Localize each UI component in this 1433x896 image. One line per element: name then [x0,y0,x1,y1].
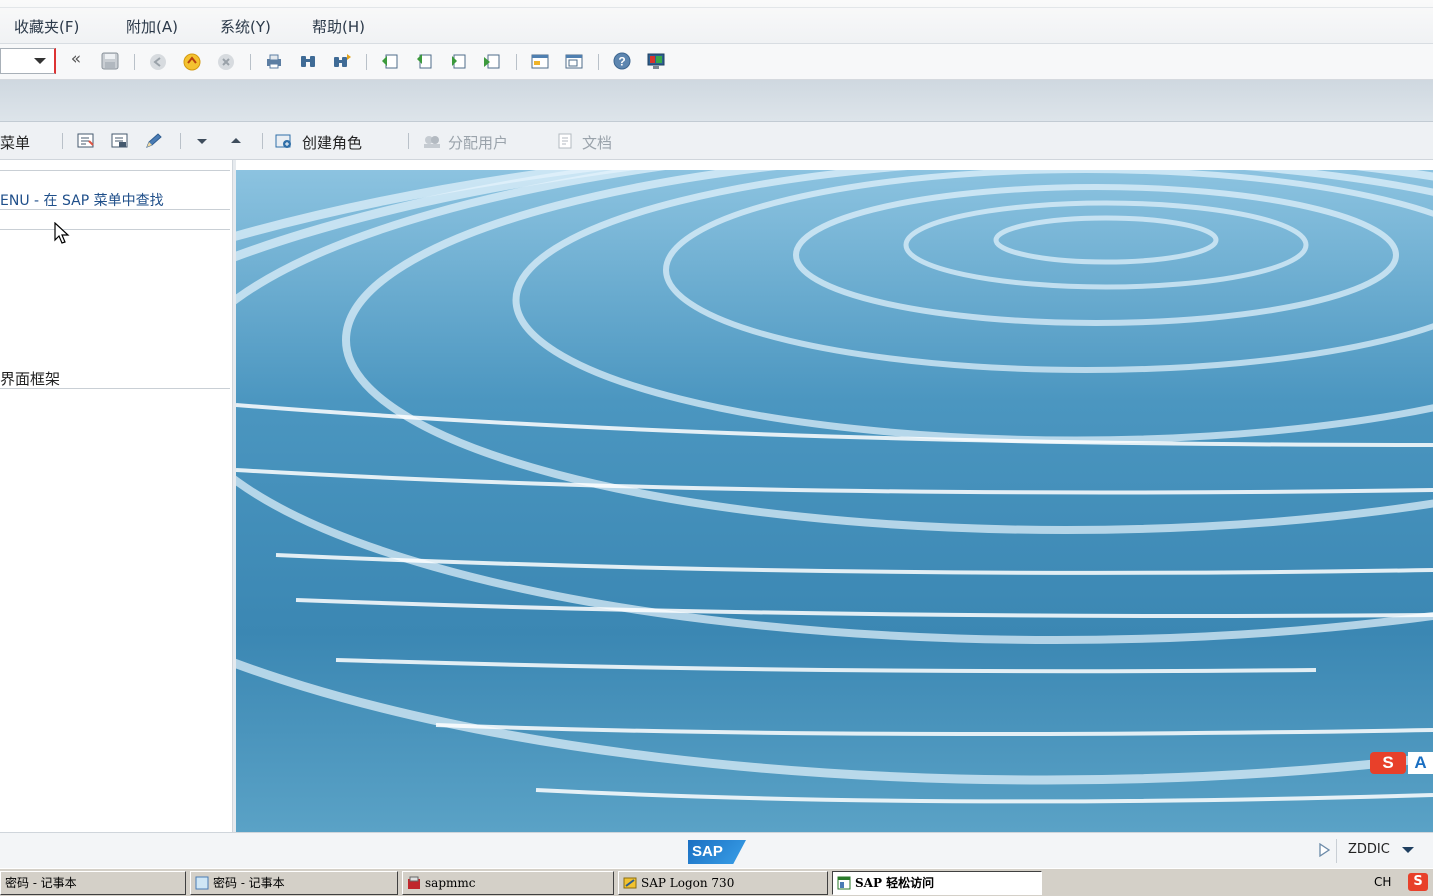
sap-logo: SAP [688,840,746,864]
next-page-icon[interactable] [448,51,468,71]
menu-system[interactable]: 系统(Y) [220,16,271,37]
panel-divider [0,210,230,230]
create-role-button[interactable]: 创建角色 [302,132,362,153]
window-top-edge [0,0,1433,8]
move-up-icon[interactable] [226,132,246,150]
standard-toolbar: « ? [0,44,1433,80]
shortcut-icon[interactable] [564,51,584,71]
sogou-ime-logo-icon: S [1370,752,1406,774]
menu-help[interactable]: 帮助(H) [312,16,365,37]
toolbar-separator [408,133,409,149]
favorites-add-icon[interactable] [76,132,96,150]
taskbar-notepad-2[interactable]: 密码 - 记事本 [190,871,398,895]
tree-search-row[interactable]: ENU - 在 SAP 菜单中查找 [0,190,230,210]
taskbar-notepad-1[interactable]: 密码 - 记事本 [0,871,186,895]
toolbar-separator [180,133,181,149]
sapmmc-icon [408,876,420,889]
status-separator [1336,839,1337,863]
application-toolbar: 菜单 创建角色 分配用户 文档 [0,122,1433,160]
last-page-icon[interactable] [482,51,502,71]
taskbar-item-label: 密码 - 记事本 [5,876,77,890]
taskbar-sap-easy-access[interactable]: SAP 轻松访问 [832,871,1042,895]
toolbar-separator [250,54,251,70]
tree-node-frame[interactable]: 界面框架 [0,368,230,389]
collapse-command-icon[interactable]: « [66,49,86,69]
menu-bar: 收藏夹(F) 附加(A) 系统(Y) 帮助(H) [0,0,1433,44]
ime-tray-icon[interactable]: S [1408,873,1428,891]
assign-users-button: 分配用户 [448,134,509,152]
mouse-cursor-icon [54,222,70,244]
back-icon[interactable] [148,51,168,71]
documentation-icon [558,133,572,149]
system-user-indicator[interactable]: ZDDIC [1348,842,1390,857]
find-next-icon[interactable] [332,51,352,71]
status-expand-icon[interactable] [1318,843,1330,857]
ime-mode-indicator-icon: A [1408,752,1433,774]
toolbar-separator [62,133,63,149]
print-icon[interactable] [264,51,284,71]
assign-users-icon [424,136,440,148]
taskbar-item-label: SAP 轻松访问 [855,876,935,890]
find-icon[interactable] [298,51,318,71]
taskbar-item-label: 密码 - 记事本 [213,876,285,890]
help-icon[interactable]: ? [612,51,632,71]
layout-icon[interactable] [646,51,666,71]
command-field[interactable] [0,48,56,74]
sap-logon-icon [623,877,637,889]
sap-gui-window-icon [837,876,851,890]
documentation-button: 文档 [582,134,613,152]
previous-page-icon[interactable] [414,51,434,71]
taskbar-item-label: sapmmc [425,876,476,890]
toolbar-separator [134,54,135,70]
notepad-icon [195,876,209,890]
save-icon[interactable] [100,51,120,71]
edit-pencil-icon[interactable] [144,132,164,150]
move-down-icon[interactable] [192,132,212,150]
svg-text:?: ? [618,55,625,69]
toolbar-separator [516,54,517,70]
toolbar-separator [366,54,367,70]
water-ripple-image [236,170,1433,832]
menu-tree-panel: ENU - 在 SAP 菜单中查找 界面框架 [0,160,232,832]
new-session-icon[interactable] [530,51,550,71]
tree-node-label[interactable]: 界面框架 [0,370,60,388]
easy-access-background-image: S A [236,170,1433,832]
cancel-icon[interactable] [216,51,236,71]
panel-divider [0,170,230,171]
menu-extras[interactable]: 附加(A) [126,16,178,37]
taskbar-item-label: SAP Logon 730 [641,876,735,890]
favorites-remove-icon[interactable] [110,132,130,150]
chevron-down-icon[interactable] [34,58,46,64]
input-language-indicator[interactable]: CH [1374,875,1391,889]
status-bar: SAP ZDDIC [0,832,1433,868]
windows-taskbar: 密码 - 记事本 密码 - 记事本 sapmmc SAP Logon 730 S… [0,868,1433,896]
toolbar-separator [598,54,599,70]
create-role-icon[interactable] [274,132,294,150]
taskbar-sap-logon[interactable]: SAP Logon 730 [618,871,828,895]
menu-favorites[interactable]: 收藏夹(F) [14,16,79,37]
first-page-icon[interactable] [380,51,400,71]
taskbar-sapmmc[interactable]: sapmmc [402,871,614,895]
menu-button[interactable]: 菜单 [0,132,30,153]
title-bar [0,80,1433,122]
chevron-down-icon[interactable] [1402,846,1414,854]
exit-icon[interactable] [182,51,202,71]
tree-search-label[interactable]: ENU - 在 SAP 菜单中查找 [0,193,164,209]
toolbar-separator [262,133,263,149]
